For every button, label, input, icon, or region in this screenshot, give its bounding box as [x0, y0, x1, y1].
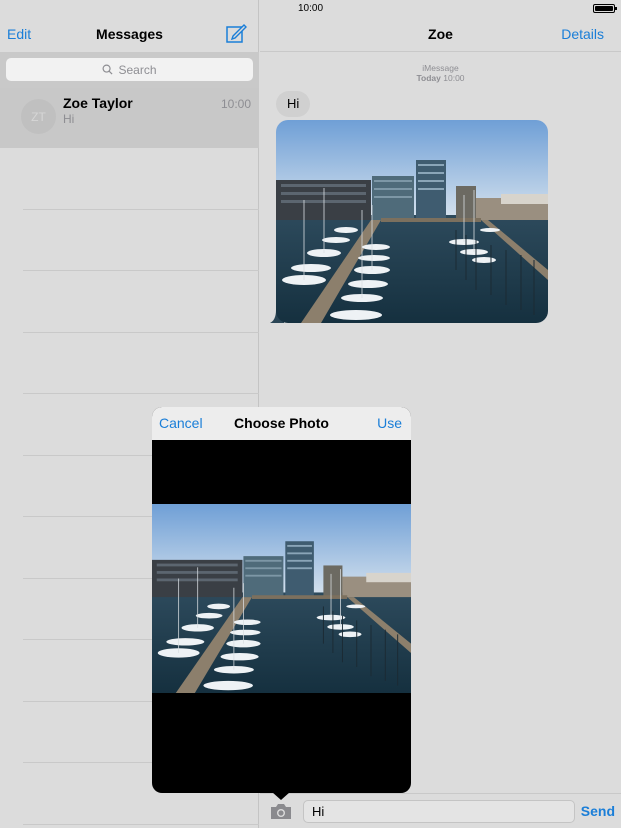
list-separator: [23, 148, 259, 210]
popover-arrow: [272, 792, 290, 800]
battery-icon: [593, 4, 617, 13]
camera-icon[interactable]: [270, 803, 292, 820]
sidebar-nav-bar: Edit Messages: [0, 18, 259, 52]
sidebar-title: Messages: [96, 26, 163, 42]
conversation-nav-bar: Zoe Details: [260, 18, 621, 52]
use-button[interactable]: Use: [377, 415, 402, 431]
details-button[interactable]: Details: [561, 26, 604, 42]
photo-preview[interactable]: [152, 504, 411, 693]
timestamp-time: 10:00: [443, 73, 465, 83]
avatar: ZT: [21, 99, 56, 134]
send-button[interactable]: Send: [581, 803, 615, 819]
conversation-name: Zoe Taylor: [63, 95, 133, 111]
harbor-photo-preview: [152, 504, 411, 693]
search-placeholder: Search: [118, 62, 157, 77]
choose-photo-popover: Cancel Choose Photo Use: [152, 407, 411, 793]
list-separator: [23, 271, 259, 333]
search-bar: Search: [0, 52, 259, 88]
conversation-time: 10:00: [220, 97, 251, 111]
message-timestamp: iMessage Today 10:00: [260, 63, 621, 83]
list-separator: [23, 333, 259, 394]
conversation-row[interactable]: ZT Zoe Taylor Hi 10:00: [0, 88, 259, 148]
list-separator: [23, 210, 259, 271]
message-input[interactable]: [303, 800, 575, 823]
compose-icon[interactable]: [225, 23, 247, 45]
photo-message-bubble[interactable]: [276, 120, 548, 323]
message-bubble[interactable]: Hi: [276, 91, 311, 117]
harbor-photo: [276, 120, 548, 323]
message-input-bar: Send: [260, 793, 621, 828]
popover-header: Cancel Choose Photo Use: [152, 407, 411, 440]
search-input[interactable]: Search: [6, 58, 253, 81]
conversation-preview: Hi: [63, 112, 75, 126]
search-icon: [102, 64, 113, 75]
service-label: iMessage: [422, 63, 459, 73]
timestamp-day: Today: [416, 73, 441, 83]
popover-title: Choose Photo: [234, 415, 329, 431]
